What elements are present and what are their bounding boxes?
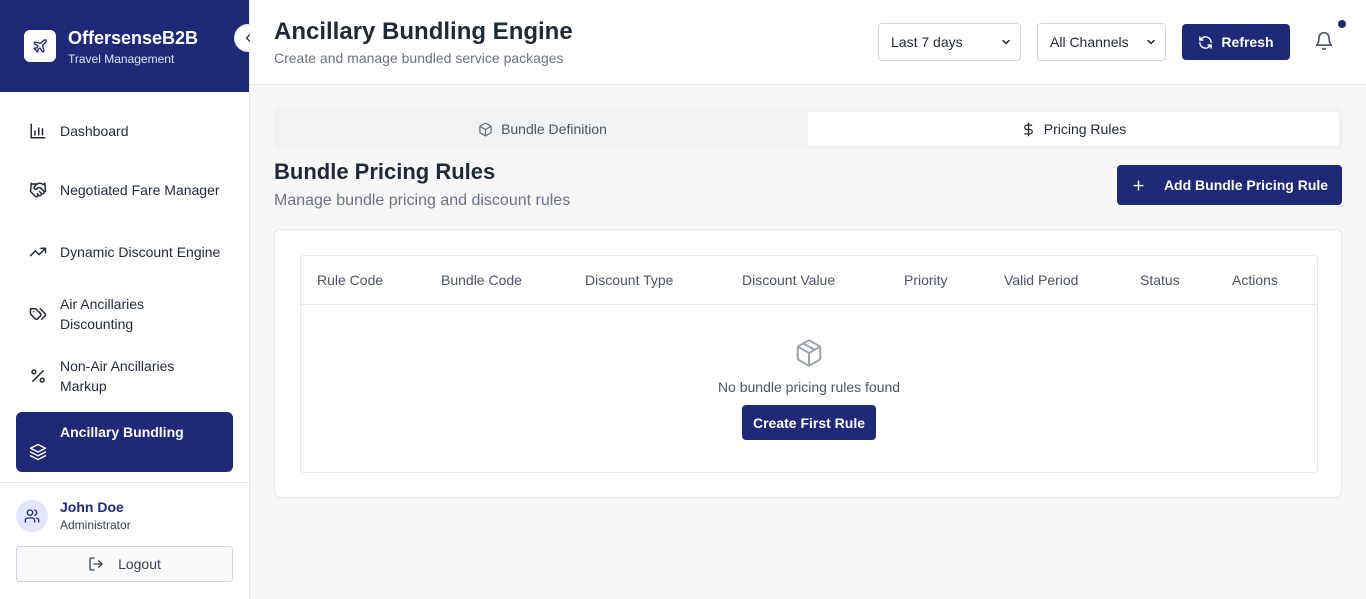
channel-value: All Channels bbox=[1050, 34, 1129, 50]
column-header-actions: Actions bbox=[1232, 272, 1278, 288]
refresh-icon bbox=[1199, 35, 1213, 49]
tab-bar: Bundle Definition Pricing Rules bbox=[274, 109, 1342, 149]
airplane-icon bbox=[24, 30, 56, 62]
sidebar-item-label: Non-Air Ancillaries Markup bbox=[60, 358, 175, 394]
tab-label: Pricing Rules bbox=[1043, 121, 1127, 137]
chevron-down-icon bbox=[1002, 39, 1010, 45]
logout-icon bbox=[89, 557, 103, 571]
column-header-bundle-code: Bundle Code bbox=[441, 272, 522, 288]
brand-header: OffersenseB2B Travel Management bbox=[0, 0, 262, 92]
date-range-value: Last 7 days bbox=[891, 34, 963, 50]
handshake-icon bbox=[28, 180, 48, 200]
sidebar-item-ancillary-bundling[interactable]: Ancillary Bundling bbox=[16, 412, 233, 472]
sidebar: OffersenseB2B Travel Management Dashboar… bbox=[0, 0, 262, 599]
pricing-rules-table: Rule Code Bundle Code Discount Type Disc… bbox=[300, 255, 1318, 473]
table-header: Rule Code Bundle Code Discount Type Disc… bbox=[301, 256, 1317, 305]
sidebar-item-dynamic-discount[interactable]: Dynamic Discount Engine bbox=[16, 226, 233, 278]
sidebar-item-label: Ancillary Bundling bbox=[60, 424, 184, 440]
bar-chart-icon bbox=[28, 121, 48, 141]
page-subtitle: Create and manage bundled service packag… bbox=[274, 50, 564, 66]
refresh-button[interactable]: Refresh bbox=[1182, 24, 1290, 60]
date-range-select[interactable]: Last 7 days bbox=[878, 23, 1021, 61]
dollar-icon bbox=[1023, 122, 1033, 136]
column-header-discount-type: Discount Type bbox=[585, 272, 674, 288]
page-title: Ancillary Bundling Engine bbox=[274, 18, 573, 45]
sidebar-item-non-air-ancillaries[interactable]: Non-Air Ancillaries Markup bbox=[16, 350, 233, 402]
notification-dot bbox=[1338, 20, 1346, 28]
avatar bbox=[16, 499, 48, 532]
bell-icon[interactable] bbox=[1314, 30, 1334, 52]
logout-button[interactable]: Logout bbox=[16, 546, 233, 582]
column-header-priority: Priority bbox=[904, 272, 948, 288]
tab-pricing-rules[interactable]: Pricing Rules bbox=[808, 112, 1339, 146]
column-header-status: Status bbox=[1140, 272, 1180, 288]
column-header-valid-period: Valid Period bbox=[1004, 272, 1079, 288]
sidebar-item-label: Dynamic Discount Engine bbox=[60, 244, 221, 260]
plus-icon bbox=[1133, 179, 1144, 191]
user-panel: John Doe Administrator Logout bbox=[0, 482, 249, 599]
users-icon bbox=[24, 508, 40, 523]
box-icon bbox=[479, 122, 492, 136]
section-title: Bundle Pricing Rules bbox=[274, 159, 496, 184]
box-icon bbox=[796, 339, 822, 367]
sidebar-item-negotiated-fare[interactable]: Negotiated Fare Manager bbox=[16, 164, 233, 216]
percent-icon bbox=[28, 366, 48, 386]
empty-state-text: No bundle pricing rules found bbox=[717, 379, 901, 395]
tab-label: Bundle Definition bbox=[501, 121, 607, 137]
column-header-discount-value: Discount Value bbox=[742, 272, 836, 288]
layers-icon bbox=[28, 442, 48, 462]
sidebar-item-dashboard[interactable]: Dashboard bbox=[16, 108, 233, 154]
refresh-label: Refresh bbox=[1221, 34, 1274, 50]
chevron-down-icon bbox=[1147, 39, 1155, 45]
trending-up-icon bbox=[28, 242, 48, 262]
user-role: Administrator bbox=[60, 518, 131, 532]
create-first-rule-button[interactable]: Create First Rule bbox=[742, 405, 876, 440]
sidebar-item-label: Negotiated Fare Manager bbox=[60, 182, 220, 198]
pricing-rules-card: Rule Code Bundle Code Discount Type Disc… bbox=[274, 229, 1342, 498]
add-rule-label: Add Bundle Pricing Rule bbox=[1163, 177, 1329, 193]
top-header: Ancillary Bundling Engine Create and man… bbox=[250, 0, 1366, 85]
empty-state: No bundle pricing rules found Create Fir… bbox=[301, 305, 1317, 473]
add-bundle-pricing-rule-button[interactable]: Add Bundle Pricing Rule bbox=[1117, 165, 1342, 205]
sidebar-item-label: Air Ancillaries Discounting bbox=[60, 296, 145, 332]
sidebar-item-label: Dashboard bbox=[60, 123, 129, 139]
logout-label: Logout bbox=[118, 556, 161, 572]
channel-select[interactable]: All Channels bbox=[1037, 23, 1166, 61]
tags-icon bbox=[28, 304, 48, 324]
user-name: John Doe bbox=[60, 499, 124, 515]
brand-subtitle: Travel Management bbox=[68, 51, 175, 66]
tab-bundle-definition[interactable]: Bundle Definition bbox=[277, 112, 808, 146]
sidebar-nav: Dashboard Negotiated Fare Manager Dynami… bbox=[0, 92, 249, 482]
brand-name: OffersenseB2B bbox=[68, 27, 199, 48]
sidebar-item-air-ancillaries[interactable]: Air Ancillaries Discounting bbox=[16, 288, 233, 340]
column-header-rule-code: Rule Code bbox=[317, 272, 384, 288]
section-subtitle: Manage bundle pricing and discount rules bbox=[274, 192, 571, 209]
